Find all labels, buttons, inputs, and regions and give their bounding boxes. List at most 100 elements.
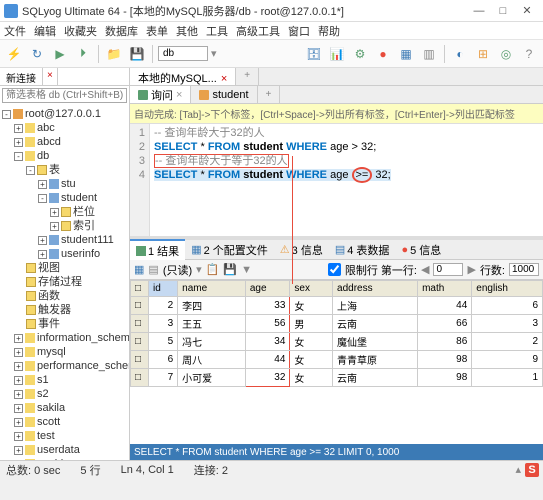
tree-item[interactable]: 函数: [38, 290, 60, 302]
col-sex[interactable]: sex: [290, 281, 333, 297]
tree-db[interactable]: sakila: [37, 402, 65, 414]
table-row[interactable]: □2李四33女上海446: [131, 297, 543, 315]
refresh-icon[interactable]: ↻: [27, 44, 47, 64]
menu-edit[interactable]: 编辑: [34, 23, 56, 39]
close-button[interactable]: ✕: [515, 4, 539, 17]
tree-db[interactable]: s2: [37, 388, 49, 400]
tool-icon-10[interactable]: ?: [519, 44, 539, 64]
tree-db[interactable]: s1: [37, 374, 49, 386]
tool-icon-8[interactable]: ⊞: [473, 44, 493, 64]
new-connection-icon[interactable]: ⚡: [4, 44, 24, 64]
tool-icon-5[interactable]: ▦: [396, 44, 416, 64]
tool-icon-3[interactable]: ⚙: [350, 44, 370, 64]
col-id[interactable]: id: [149, 281, 178, 297]
result-tab-1[interactable]: 1 结果: [130, 239, 185, 261]
tree-item[interactable]: 存储过程: [38, 276, 82, 288]
save-icon[interactable]: 💾: [223, 263, 237, 276]
menu-help[interactable]: 帮助: [318, 23, 340, 39]
menu-adv[interactable]: 高级工具: [236, 23, 280, 39]
col-math[interactable]: math: [418, 281, 472, 297]
menu-other[interactable]: 其他: [176, 23, 198, 39]
sidebar-tab-close[interactable]: ×: [43, 68, 58, 85]
tool-icon-9[interactable]: ◎: [496, 44, 516, 64]
tree-tables[interactable]: 表: [49, 164, 60, 176]
tree-db[interactable]: information_schema: [37, 332, 129, 344]
export-icon[interactable]: 📋: [206, 263, 220, 276]
table-row[interactable]: □6周八44女青青草原989: [131, 351, 543, 369]
tool-icon-4[interactable]: ●: [373, 44, 393, 64]
form-view-icon[interactable]: ▤: [148, 263, 158, 276]
tree-table[interactable]: student111: [61, 234, 114, 246]
grid-view-icon[interactable]: ▦: [134, 263, 144, 276]
db-selector[interactable]: db: [158, 46, 208, 61]
execute-icon[interactable]: ▶: [50, 44, 70, 64]
tree-db[interactable]: scott: [37, 416, 60, 428]
table-row[interactable]: □7小可爱32女云南981: [131, 369, 543, 387]
readonly-label: (只读): [163, 262, 192, 278]
menu-file[interactable]: 文件: [4, 23, 26, 39]
result-tab-3[interactable]: ⚠3 信息: [274, 240, 329, 260]
tree-db[interactable]: abcd: [37, 136, 61, 148]
tree-db[interactable]: performance_schema: [37, 360, 129, 372]
tree-db[interactable]: test: [37, 430, 55, 442]
query-tab-add[interactable]: +: [258, 86, 281, 103]
tree-item[interactable]: 触发器: [38, 304, 71, 316]
tree-item[interactable]: 索引: [73, 220, 95, 232]
tool-icon-6[interactable]: ▥: [419, 44, 439, 64]
tree-db[interactable]: userdata: [37, 444, 80, 456]
filter-icon[interactable]: ▼: [241, 264, 252, 276]
menu-bar: 文件 编辑 收藏夹 数据库 表单 其他 工具 高级工具 窗口 帮助: [0, 22, 543, 40]
result-tab-4[interactable]: ▤4 表数据: [329, 240, 396, 260]
table-row[interactable]: □5冯七34女魔仙堡862: [131, 333, 543, 351]
object-tree[interactable]: -root@127.0.0.1 +abc +abcd -db -表 +stu -…: [0, 105, 129, 460]
connection-tab-add[interactable]: +: [236, 68, 259, 85]
app-logo: [4, 4, 18, 18]
query-tab-student[interactable]: student: [191, 86, 257, 103]
toolbar: ⚡ ↻ ▶ ⏵ 📁 💾 db ▾ 🗄 📊 ⚙ ● ▦ ▥ ◐ ⊞ ◎ ?: [0, 40, 543, 68]
menu-db[interactable]: 数据库: [105, 23, 138, 39]
sql-editor[interactable]: 1234 -- 查询年龄大于32的人 SELECT * FROM student…: [130, 124, 543, 236]
result-grid[interactable]: □ id name age sex address math english □…: [130, 280, 543, 444]
sidebar-tab-conn[interactable]: 新连接: [0, 68, 43, 85]
maximize-button[interactable]: □: [491, 5, 515, 17]
db-dropdown-icon[interactable]: ▾: [211, 47, 217, 60]
status-expand-icon[interactable]: ▴: [515, 463, 521, 476]
tree-db[interactable]: db: [37, 150, 49, 162]
tree-table[interactable]: userinfo: [61, 248, 100, 260]
status-brand-icon[interactable]: S: [525, 463, 539, 477]
result-tab-2[interactable]: ▦2 个配置文件: [185, 240, 274, 260]
tree-item[interactable]: 视图: [38, 262, 60, 274]
menu-tools[interactable]: 工具: [206, 23, 228, 39]
menu-window[interactable]: 窗口: [288, 23, 310, 39]
status-total: 总数: 0 sec: [6, 462, 60, 478]
tree-item[interactable]: 栏位: [73, 206, 95, 218]
menu-table[interactable]: 表单: [146, 23, 168, 39]
col-english[interactable]: english: [472, 281, 543, 297]
tool-icon-1[interactable]: 🗄: [304, 44, 324, 64]
tree-table[interactable]: student: [61, 192, 97, 204]
minimize-button[interactable]: —: [467, 5, 491, 17]
first-row-input[interactable]: [433, 263, 463, 276]
limit-checkbox[interactable]: [328, 263, 341, 276]
result-tab-5[interactable]: ●5 信息: [395, 240, 447, 260]
tree-db[interactable]: abc: [37, 122, 55, 134]
query-tab[interactable]: 询问×: [130, 86, 191, 103]
row-count-input[interactable]: [509, 263, 539, 276]
tool-icon-7[interactable]: ◐: [450, 44, 470, 64]
menu-fav[interactable]: 收藏夹: [64, 23, 97, 39]
table-row[interactable]: □3王五56男云南663: [131, 315, 543, 333]
execute-all-icon[interactable]: ⏵: [73, 44, 93, 64]
open-icon[interactable]: 📁: [104, 44, 124, 64]
tree-item[interactable]: 事件: [38, 318, 60, 330]
save-icon[interactable]: 💾: [127, 44, 147, 64]
filter-input[interactable]: [2, 88, 127, 103]
tree-root[interactable]: root@127.0.0.1: [25, 108, 101, 120]
connection-tab[interactable]: 本地的MySQL...×: [130, 68, 236, 85]
window-title: SQLyog Ultimate 64 - [本地的MySQL服务器/db - r…: [22, 3, 467, 19]
tree-table[interactable]: stu: [61, 178, 76, 190]
col-age[interactable]: age: [245, 281, 290, 297]
col-name[interactable]: name: [178, 281, 246, 297]
tree-db[interactable]: mysql: [37, 346, 66, 358]
tool-icon-2[interactable]: 📊: [327, 44, 347, 64]
col-address[interactable]: address: [333, 281, 418, 297]
